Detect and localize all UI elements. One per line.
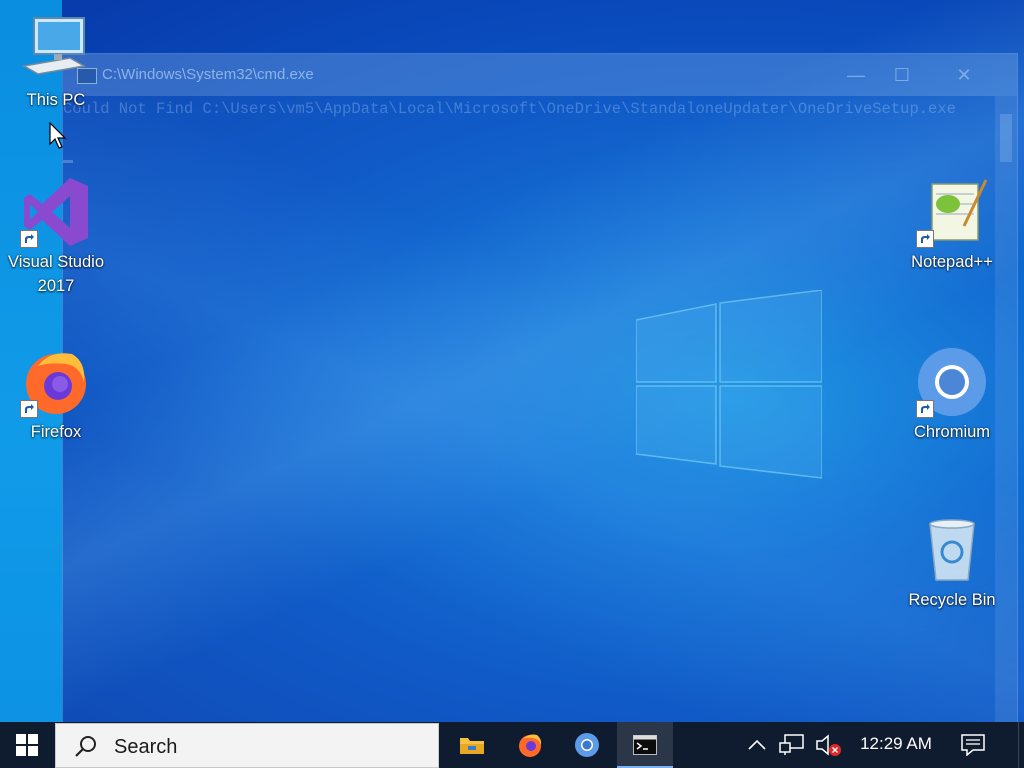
recycle-bin-label: Recycle Bin <box>908 591 996 609</box>
close-button[interactable]: ✕ <box>941 54 987 96</box>
minimize-button[interactable]: — <box>833 54 879 96</box>
this-pc-label: This PC <box>26 91 86 109</box>
shortcut-arrow-icon <box>916 230 934 248</box>
cmd-output[interactable]: Could Not Find C:\Users\vm5\AppData\Loca… <box>63 96 995 723</box>
visual-studio-label-1: Visual Studio <box>7 253 104 271</box>
visual-studio-label-2: 2017 <box>37 277 75 295</box>
desktop-icon-firefox[interactable]: Firefox <box>0 346 112 444</box>
firefox-icon <box>519 734 542 757</box>
network-button[interactable] <box>776 722 808 768</box>
cmd-titlebar[interactable]: C:\Windows\System32\cmd.exe — ☐ ✕ <box>63 54 1017 96</box>
start-button[interactable] <box>0 722 54 768</box>
volume-button[interactable] <box>812 722 844 768</box>
desktop-icon-notepadpp[interactable]: Notepad++ <box>896 176 1008 274</box>
visual-studio-icon <box>20 176 92 248</box>
show-desktop-button[interactable] <box>1018 722 1024 768</box>
mouse-pointer-icon <box>49 122 67 149</box>
scrollbar-thumb[interactable] <box>1000 114 1012 162</box>
taskbar-cmd[interactable] <box>617 722 673 768</box>
firefox-icon <box>20 346 92 418</box>
shortcut-arrow-icon <box>20 400 38 418</box>
recycle-bin-icon <box>916 514 988 586</box>
shortcut-arrow-icon <box>916 400 934 418</box>
cmd-window[interactable]: C:\Windows\System32\cmd.exe — ☐ ✕ Could … <box>62 53 1018 724</box>
desktop-icon-this-pc[interactable]: This PC <box>0 14 112 112</box>
cmd-cursor <box>63 160 73 163</box>
chromium-icon <box>916 346 988 418</box>
chevron-up-icon <box>748 739 766 750</box>
magnifier-icon <box>75 736 96 757</box>
desktop-icon-visual-studio[interactable]: Visual Studio 2017 <box>0 176 112 298</box>
search-placeholder: Search <box>114 736 178 758</box>
desktop-icon-chromium[interactable]: Chromium <box>896 346 1008 444</box>
show-hidden-icons-button[interactable] <box>744 722 770 768</box>
notepadpp-icon <box>916 176 988 248</box>
cmd-window-title: C:\Windows\System32\cmd.exe <box>102 66 314 83</box>
shortcut-arrow-icon <box>20 230 38 248</box>
taskbar-chromium[interactable] <box>559 722 615 768</box>
maximize-button[interactable]: ☐ <box>879 54 925 96</box>
firefox-label: Firefox <box>30 423 82 441</box>
volume-muted-icon <box>816 734 841 756</box>
folder-icon <box>460 738 484 754</box>
action-center-button[interactable] <box>950 722 996 768</box>
taskbar-firefox[interactable] <box>502 722 558 768</box>
network-icon <box>779 734 804 755</box>
computer-icon <box>20 14 92 86</box>
windows-logo-icon <box>16 734 38 756</box>
action-center-icon <box>961 734 985 756</box>
terminal-icon <box>633 735 657 755</box>
taskbar: Search 12:29 AM <box>0 722 1024 768</box>
taskbar-clock[interactable]: 12:29 AM <box>850 734 942 754</box>
notepadpp-label: Notepad++ <box>911 253 993 271</box>
search-box[interactable]: Search <box>55 723 439 768</box>
taskbar-file-explorer[interactable] <box>444 722 500 768</box>
desktop-icon-recycle-bin[interactable]: Recycle Bin <box>896 514 1008 612</box>
chromium-label: Chromium <box>913 423 991 441</box>
chromium-icon <box>575 733 599 757</box>
